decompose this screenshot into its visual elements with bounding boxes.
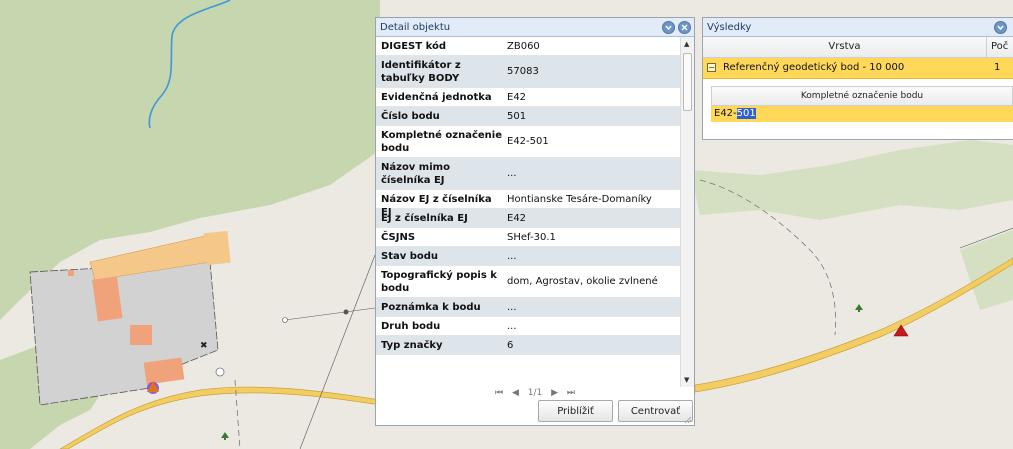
svg-text:✖: ✖ [200,341,208,351]
column-header-layer[interactable]: Vrstva [703,41,986,52]
prev-page-icon[interactable]: ◀ [512,388,519,398]
table-row: DIGEST kód ZB060 [376,37,680,56]
table-row: Poznámka k bodu... [376,298,680,317]
table-row: Typ značky 6 [376,336,680,355]
table-row: Kompletné označenie bodu E42-501 [376,126,680,158]
attr-label: EJ z číselníka EJ [381,213,468,224]
attr-value: ... [507,250,517,262]
attr-label: Názov EJ z číselníka EJ [381,194,492,218]
scroll-thumb[interactable] [683,53,692,111]
scroll-down-icon[interactable]: ▼ [684,376,689,384]
attr-label: Druh bodu [381,321,441,332]
sub-column-header[interactable]: Kompletné označenie bodu [711,86,1013,106]
scroll-up-icon[interactable]: ▲ [684,40,689,48]
table-row: ČSJNS SHef-30.1 [376,228,680,247]
table-row: Stav bodu... [376,247,680,266]
attr-value: E42 [507,212,527,224]
sub-value-prefix: E42- [714,108,737,119]
attr-value: SHef-30.1 [507,231,556,243]
resize-grip-icon[interactable] [682,414,692,424]
attr-value: dom, Agrostav, okolie zvlnené [507,276,658,287]
last-page-icon[interactable]: ⏭ [567,388,575,398]
attr-label: Poznámka k bodu [381,302,481,313]
attr-label: Evidenčná jednotka [381,92,492,103]
attr-value: E42-501 [507,136,549,147]
detail-panel-title: Detail objektu [380,21,451,33]
results-panel[interactable]: Výsledky Vrstva Poč − Referenčný geodeti… [702,17,1013,140]
table-row: Topografický popis k bodu dom, Agrostav, … [376,266,680,298]
attr-value: 57083 [507,66,539,77]
table-row: Druh bodu... [376,317,680,336]
zoom-button[interactable]: Priblížiť [538,400,613,422]
sub-value-selected: 501 [736,108,756,119]
attr-value: ... [507,168,517,179]
result-layer-name: Referenčný geodetický bod - 10 000 [723,62,905,73]
sub-result-row[interactable]: E42-501 [711,106,1013,122]
attr-value: E42 [507,91,527,103]
attr-label: Stav bodu [381,251,439,262]
next-page-icon[interactable]: ▶ [551,388,558,398]
page-indicator: 1/1 [527,388,543,398]
attr-label: ČSJNS [381,232,416,243]
attr-value: Hontianske Tesáre-Domaníky [507,193,652,205]
attr-label: DIGEST kód [381,41,446,52]
close-icon[interactable] [678,20,691,34]
first-page-icon[interactable]: ⏮ [495,388,503,398]
results-table-header: Vrstva Poč [703,37,1013,58]
table-row: Identifikátor z tabuľky BODY 57083 [376,56,680,88]
building [130,325,152,345]
table-row: Číslo bodu 501 [376,107,680,126]
collapse-icon[interactable] [994,20,1007,34]
table-row: EJ z číselníka EJ E42 [376,209,680,228]
detail-panel[interactable]: Detail objektu DIGEST kód ZB060 Identifik… [375,17,695,426]
attr-value: ZB060 [507,40,540,52]
results-row[interactable]: − Referenčný geodetický bod - 10 000 1 [703,58,1013,79]
attr-label: Identifikátor z tabuľky BODY [381,60,461,84]
collapse-row-icon[interactable]: − [707,63,716,72]
attr-value: ... [507,301,517,313]
collapse-icon[interactable] [662,20,675,34]
attr-value: ... [507,320,517,332]
result-count: 1 [994,62,1001,73]
results-panel-title: Výsledky [707,21,752,33]
results-panel-header[interactable]: Výsledky [703,18,1013,37]
column-header-count[interactable]: Poč [986,37,1008,57]
table-row: Názov EJ z číselníka EJ Hontianske Tesáre… [376,190,680,218]
building [68,270,74,276]
table-row: Názov mimo číselníka EJ... [376,158,680,190]
attr-label: Topografický popis k bodu [381,270,497,294]
table-scrollbar[interactable]: ▲ ▼ [680,37,694,387]
attribute-table[interactable]: DIGEST kód ZB060 Identifikátor z tabuľky … [376,37,680,387]
building [203,230,231,266]
detail-panel-header[interactable]: Detail objektu [376,18,694,37]
attr-label: Kompletné označenie bodu [381,130,502,154]
table-row: Evidenčná jednotka E42 [376,88,680,107]
attr-value: 501 [507,110,527,122]
attr-label: Názov mimo číselníka EJ [381,162,450,186]
attr-label: Typ značky [381,340,443,351]
attr-label: Číslo bodu [381,111,440,122]
attr-value: 6 [507,339,514,351]
